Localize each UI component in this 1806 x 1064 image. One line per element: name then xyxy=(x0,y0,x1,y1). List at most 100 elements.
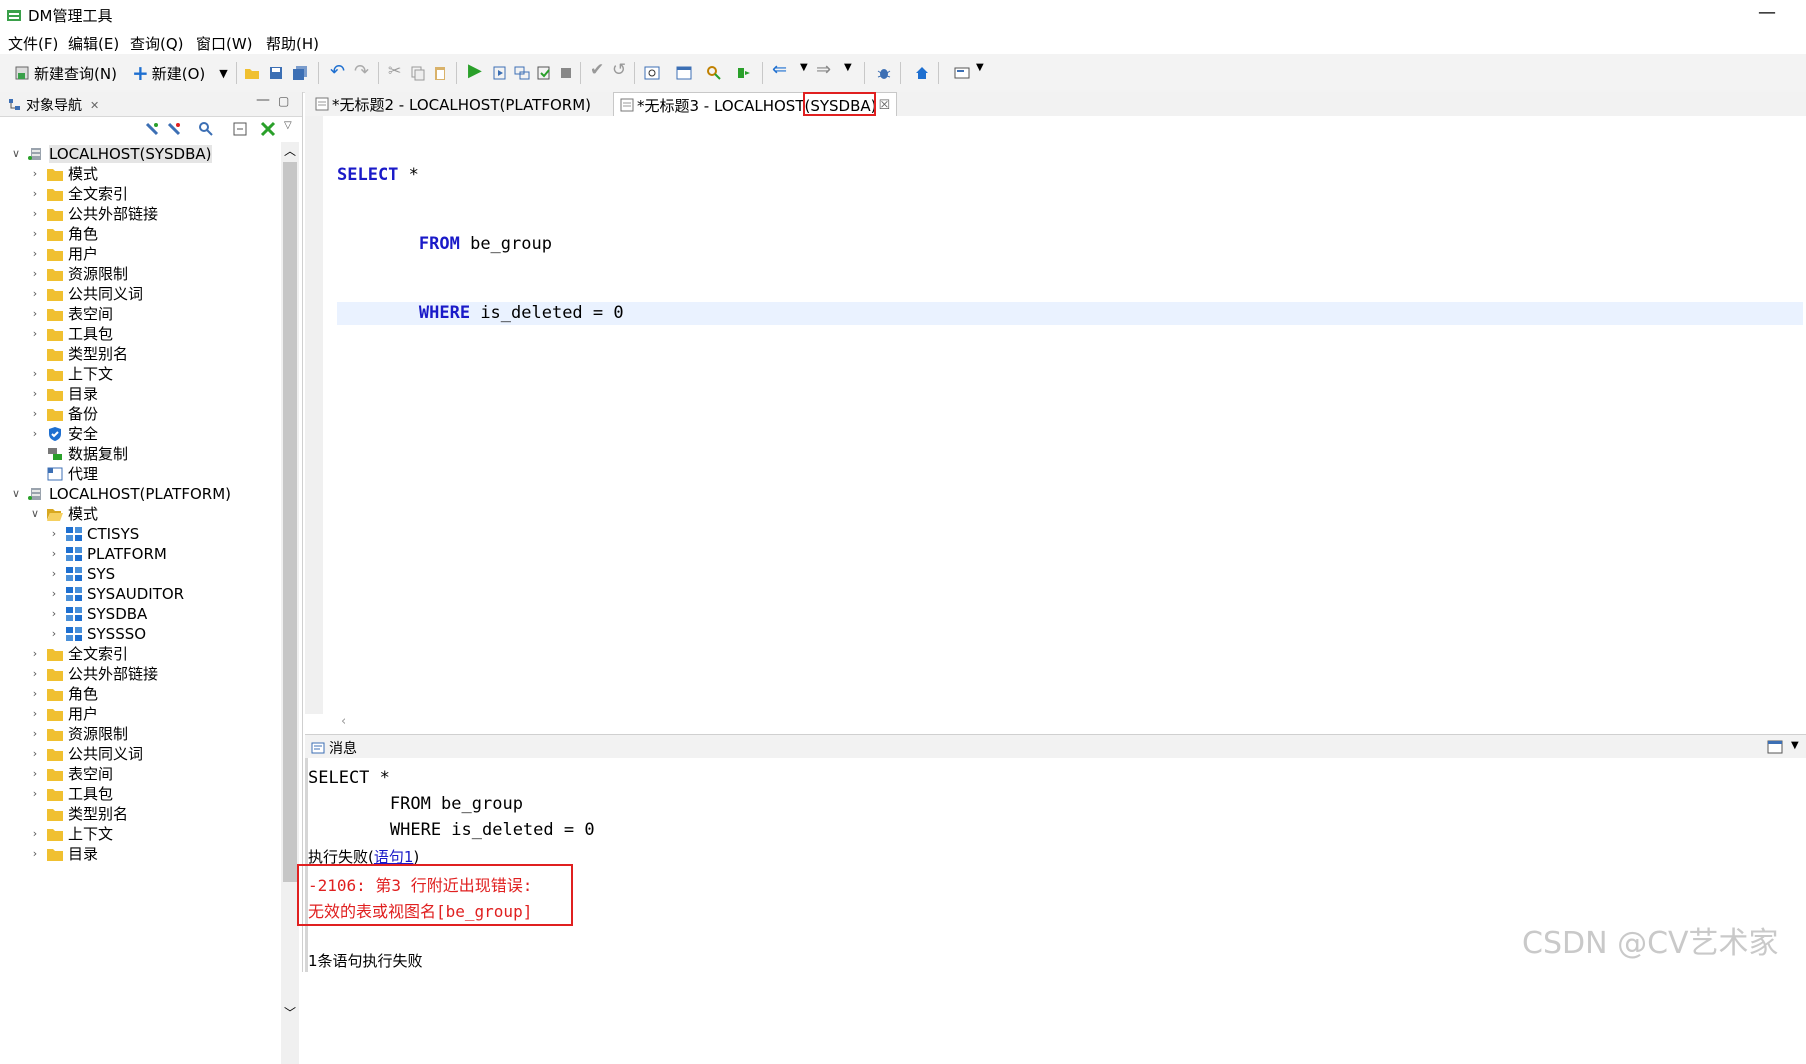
chevron-right-icon[interactable]: › xyxy=(48,527,60,540)
chevron-right-icon[interactable]: › xyxy=(29,767,41,780)
tab-untitled-2[interactable]: *无标题2 - LOCALHOST(PLATFORM) xyxy=(309,92,597,116)
save-icon[interactable] xyxy=(268,65,284,81)
chevron-right-icon[interactable]: › xyxy=(48,627,60,640)
home-icon[interactable] xyxy=(914,65,930,81)
commit-icon[interactable]: ✔ xyxy=(590,60,606,80)
back-dropdown-icon[interactable]: ▼ xyxy=(800,62,816,78)
debug-search-icon[interactable] xyxy=(706,65,722,81)
tree-node[interactable]: › 目录 xyxy=(29,842,98,865)
run-icon[interactable]: ▶ xyxy=(468,60,484,81)
tree-node-label: 全文索引 xyxy=(68,185,129,203)
forward-dropdown-icon[interactable]: ▼ xyxy=(844,62,860,78)
paste-icon[interactable] xyxy=(432,65,448,81)
chevron-right-icon[interactable]: › xyxy=(29,167,41,180)
chevron-right-icon[interactable]: › xyxy=(48,567,60,580)
find-icon[interactable] xyxy=(644,65,660,81)
chevron-right-icon[interactable]: › xyxy=(29,327,41,340)
chevron-right-icon[interactable]: › xyxy=(29,187,41,200)
open-folder-icon[interactable] xyxy=(244,65,260,81)
folder-icon xyxy=(47,227,68,241)
chevron-right-icon[interactable]: › xyxy=(29,387,41,400)
chevron-right-icon[interactable]: › xyxy=(29,667,41,680)
menu-query[interactable]: 查询(Q) xyxy=(130,33,184,54)
forward-icon[interactable]: ⇒ xyxy=(816,59,832,80)
run-script-icon[interactable] xyxy=(492,65,508,81)
link-editor-icon[interactable] xyxy=(260,121,276,137)
chevron-right-icon[interactable]: › xyxy=(48,587,60,600)
code-line-current: WHERE is_deleted = 0 xyxy=(337,302,1803,325)
stop-icon[interactable] xyxy=(558,65,574,81)
chevron-right-icon[interactable]: › xyxy=(29,227,41,240)
close-tab-icon[interactable]: ☒ xyxy=(879,98,891,113)
rollback-icon[interactable]: ↺ xyxy=(612,60,628,80)
chevron-right-icon[interactable]: › xyxy=(29,687,41,700)
folder-icon xyxy=(47,307,68,321)
editor-hscrollbar[interactable]: ‹ xyxy=(323,714,1806,732)
explain-icon[interactable] xyxy=(514,65,530,81)
chevron-right-icon[interactable]: › xyxy=(29,407,41,420)
perspective-icon[interactable] xyxy=(954,65,970,81)
menu-window[interactable]: 窗口(W) xyxy=(196,33,253,54)
chevron-right-icon[interactable]: › xyxy=(29,707,41,720)
chevron-right-icon[interactable]: › xyxy=(29,847,41,860)
new-button[interactable]: + 新建(O) ▼ xyxy=(132,61,228,85)
chevron-right-icon[interactable]: › xyxy=(29,727,41,740)
chevron-down-icon[interactable]: ∨ xyxy=(29,507,41,520)
menu-help[interactable]: 帮助(H) xyxy=(266,33,319,54)
folder-icon xyxy=(47,367,68,381)
new-query-button[interactable]: 新建查询(N) xyxy=(14,62,117,84)
chevron-down-icon[interactable]: ▼ xyxy=(219,67,227,80)
chevron-right-icon[interactable]: › xyxy=(29,747,41,760)
transfer-icon[interactable] xyxy=(736,65,752,81)
copy-icon[interactable] xyxy=(410,65,426,81)
tab-object-navigator[interactable]: 对象导航 ✕ xyxy=(8,95,99,115)
chevron-right-icon[interactable]: › xyxy=(29,787,41,800)
menu-edit[interactable]: 编辑(E) xyxy=(68,33,119,54)
chevron-down-icon[interactable]: ∨ xyxy=(10,147,22,160)
console-dropdown-icon[interactable]: ▼ xyxy=(1791,740,1799,751)
calendar-icon[interactable] xyxy=(676,65,692,81)
console-view-icon[interactable] xyxy=(1767,740,1783,754)
chevron-right-icon[interactable]: › xyxy=(29,827,41,840)
minimize-panel-icon[interactable]: — xyxy=(256,92,270,108)
cut-icon[interactable]: ✂ xyxy=(388,61,404,80)
bug-icon[interactable] xyxy=(876,65,892,81)
sql-editor[interactable]: SELECT * FROM be_group WHERE is_deleted … xyxy=(305,116,1806,729)
execute-plan-icon[interactable] xyxy=(536,65,552,81)
chevron-down-icon[interactable]: ∨ xyxy=(10,487,22,500)
chevron-right-icon[interactable]: › xyxy=(29,267,41,280)
undo-icon[interactable]: ↶ xyxy=(330,61,346,82)
close-icon[interactable]: ✕ xyxy=(90,99,99,112)
sql-code[interactable]: SELECT * FROM be_group WHERE is_deleted … xyxy=(337,118,1803,371)
scroll-left-icon[interactable]: ‹ xyxy=(341,714,346,729)
chevron-right-icon[interactable]: › xyxy=(29,647,41,660)
perspective-dropdown-icon[interactable]: ▼ xyxy=(976,62,992,78)
maximize-panel-icon[interactable]: ▢ xyxy=(278,94,289,108)
disconnect-icon[interactable] xyxy=(166,121,182,137)
scrollbar-thumb[interactable] xyxy=(283,162,297,882)
back-icon[interactable]: ⇐ xyxy=(772,59,788,80)
chevron-right-icon[interactable]: › xyxy=(29,367,41,380)
folder-open-icon xyxy=(47,507,68,521)
connect-icon[interactable] xyxy=(144,121,160,137)
scroll-down-icon[interactable]: ﹀ xyxy=(284,1004,296,1021)
save-all-icon[interactable] xyxy=(292,65,308,81)
view-menu-icon[interactable]: ▽ xyxy=(284,120,292,131)
chevron-right-icon[interactable]: › xyxy=(29,287,41,300)
chevron-right-icon[interactable]: › xyxy=(29,247,41,260)
chevron-right-icon[interactable]: › xyxy=(48,547,60,560)
code-line: SELECT * xyxy=(337,164,1803,187)
menu-file[interactable]: 文件(F) xyxy=(8,33,58,54)
tab-label: *无标题2 - LOCALHOST(PLATFORM) xyxy=(332,95,591,114)
minimize-button[interactable]: — xyxy=(1758,2,1776,23)
tab-messages[interactable]: 消息 xyxy=(311,738,357,758)
redo-icon[interactable]: ↷ xyxy=(354,61,370,82)
search-icon[interactable] xyxy=(198,121,214,137)
chevron-right-icon[interactable]: › xyxy=(29,207,41,220)
scroll-up-icon[interactable]: ︿ xyxy=(284,142,296,159)
tree-node-label: 上下文 xyxy=(68,365,114,383)
chevron-right-icon[interactable]: › xyxy=(29,427,41,440)
chevron-right-icon[interactable]: › xyxy=(48,607,60,620)
collapse-all-icon[interactable] xyxy=(232,121,248,137)
chevron-right-icon[interactable]: › xyxy=(29,307,41,320)
